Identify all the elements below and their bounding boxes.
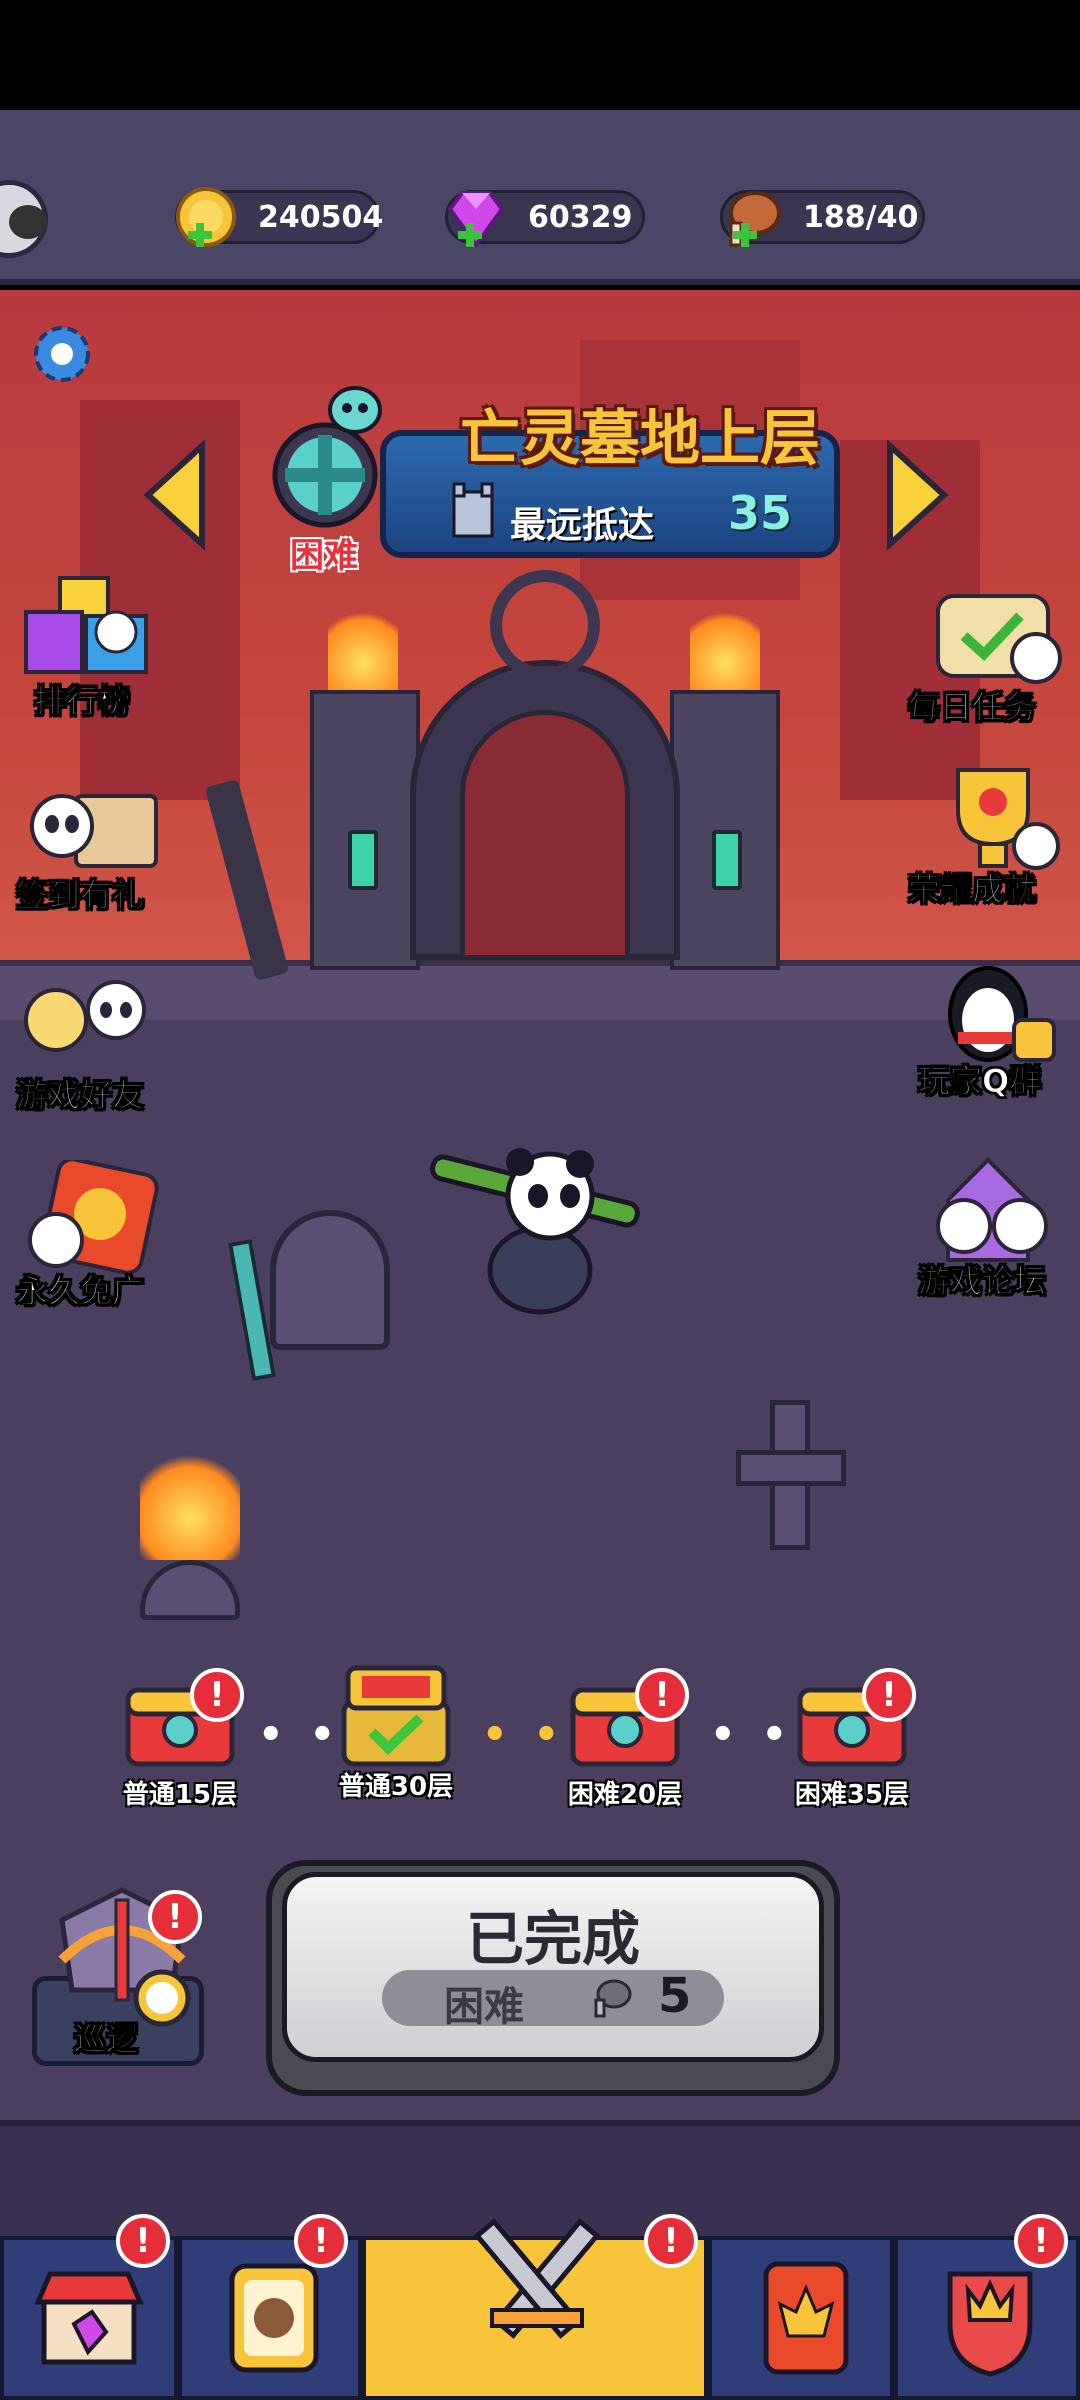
nav-tab-battle[interactable]: ! — [362, 2214, 708, 2400]
ranking-button[interactable]: 排行榜 — [16, 572, 196, 722]
prev-stage-arrow-icon[interactable] — [140, 440, 210, 550]
tombstone-icon — [270, 1210, 390, 1350]
chest-reward-1[interactable]: ! 普通15层 — [90, 1668, 270, 1811]
nav-tab-guild[interactable]: ! — [894, 2214, 1080, 2400]
checkin-label: 签到有礼 — [16, 876, 145, 915]
qq-group-button[interactable]: 玩家Q群 — [918, 950, 1080, 1102]
chest-reward-3[interactable]: ! 困难20层 — [535, 1668, 715, 1811]
friends-label: 游戏好友 — [16, 1076, 145, 1115]
daily-task-button[interactable]: 每日任务 — [908, 580, 1080, 728]
gold-value: 240504 — [258, 199, 384, 235]
chest-reward-4[interactable]: ! 困难35层 — [762, 1668, 942, 1811]
drumstick-icon — [594, 1979, 632, 2018]
crossed-swords-icon — [473, 2218, 601, 2339]
castle-tower-small-icon — [452, 482, 494, 538]
book-icon — [763, 2261, 849, 2375]
nav-tab-book[interactable] — [708, 2236, 894, 2400]
status-bar — [0, 0, 1080, 110]
qq-group-label: 玩家Q群 — [918, 1062, 1042, 1101]
achievement-label: 荣耀成就 — [908, 870, 1037, 909]
daily-task-label: 每日任务 — [908, 688, 1037, 727]
meat-icon — [729, 191, 781, 247]
nav-tab-shop[interactable]: ! — [0, 2214, 178, 2400]
farthest-label: 最远抵达 — [510, 505, 655, 546]
left-torch-flame-icon — [328, 600, 398, 690]
alert-badge: ! — [862, 1668, 916, 1722]
campfire-flame-icon — [140, 1440, 240, 1560]
nav-tab-cards[interactable]: ! — [178, 2214, 362, 2400]
avatar-face-icon — [9, 205, 47, 239]
farthest-value: 35 — [728, 486, 793, 540]
friends-button[interactable]: 游戏好友 — [16, 970, 196, 1116]
completed-difficulty: 困难 — [444, 1984, 524, 2030]
completed-label: 已完成 — [465, 1905, 640, 1973]
right-lantern-icon — [712, 830, 742, 890]
achievement-button[interactable]: 荣耀成就 — [908, 760, 1080, 910]
card-icon — [229, 2263, 319, 2373]
alert-badge: ! — [635, 1668, 689, 1722]
guild-icon — [947, 2271, 1033, 2377]
stage-difficulty-label: 困难 — [290, 536, 358, 576]
gate-door — [460, 710, 630, 960]
forum-label: 游戏论坛 — [918, 1262, 1047, 1301]
alert-badge: ! — [190, 1668, 244, 1722]
stage-title: 亡灵墓地上层 — [460, 404, 820, 474]
checkin-button[interactable]: 签到有礼 — [16, 770, 196, 916]
stamina-counter[interactable]: 188/40 — [720, 190, 925, 247]
stage-emblem-icon — [272, 386, 382, 528]
left-lantern-icon — [348, 830, 378, 890]
gem-counter[interactable]: 60329 — [445, 190, 645, 249]
graveyard-gate — [310, 560, 780, 970]
next-stage-arrow-icon[interactable] — [882, 440, 952, 550]
alert-badge: ! — [644, 2214, 698, 2268]
forum-icon — [936, 1157, 1048, 1262]
completed-cost: 5 — [658, 1968, 692, 2024]
chest-label-3: 困难20层 — [567, 1780, 683, 1810]
qq-group-icon — [948, 966, 1056, 1062]
patrol-button[interactable]: ! 巡逻 — [32, 1880, 204, 2066]
alert-badge: ! — [1014, 2214, 1068, 2268]
alert-badge: ! — [148, 1890, 202, 1944]
chest-label-1: 普通15层 — [122, 1780, 238, 1810]
no-ads-icon — [28, 1160, 159, 1275]
gold-counter[interactable]: 240504 — [175, 187, 384, 247]
gate-cross-icon — [490, 570, 600, 680]
chest-label-4: 困难35层 — [794, 1780, 910, 1810]
completed-button[interactable]: 已完成 困难 5 — [266, 1860, 840, 2096]
gear-icon[interactable] — [26, 318, 98, 390]
trophy-icon — [956, 768, 1060, 870]
alert-badge: ! — [294, 2214, 348, 2268]
alert-badge: ! — [116, 2214, 170, 2268]
cross-grave-bar — [736, 1450, 846, 1486]
chest-open-icon — [341, 1665, 451, 1767]
chest-label-2: 普通30层 — [338, 1772, 454, 1802]
gem-value: 60329 — [528, 199, 633, 235]
right-torch-flame-icon — [690, 600, 760, 690]
shop-icon — [34, 2271, 144, 2365]
ranking-label: 排行榜 — [34, 682, 131, 721]
panda-hero — [430, 1148, 640, 1315]
ranking-icon — [24, 576, 148, 674]
gem-icon — [447, 191, 505, 249]
stamina-value: 188/40 — [803, 199, 919, 235]
chest-reward-2[interactable]: 普通30层 — [306, 1662, 486, 1803]
no-ads-button[interactable]: 永久免广 — [16, 1160, 196, 1312]
forum-button[interactable]: 游戏论坛 — [918, 1150, 1080, 1302]
patrol-label: 巡逻 — [73, 2020, 139, 2059]
gold-coin-icon — [176, 187, 236, 247]
no-ads-label: 永久免广 — [16, 1272, 145, 1311]
